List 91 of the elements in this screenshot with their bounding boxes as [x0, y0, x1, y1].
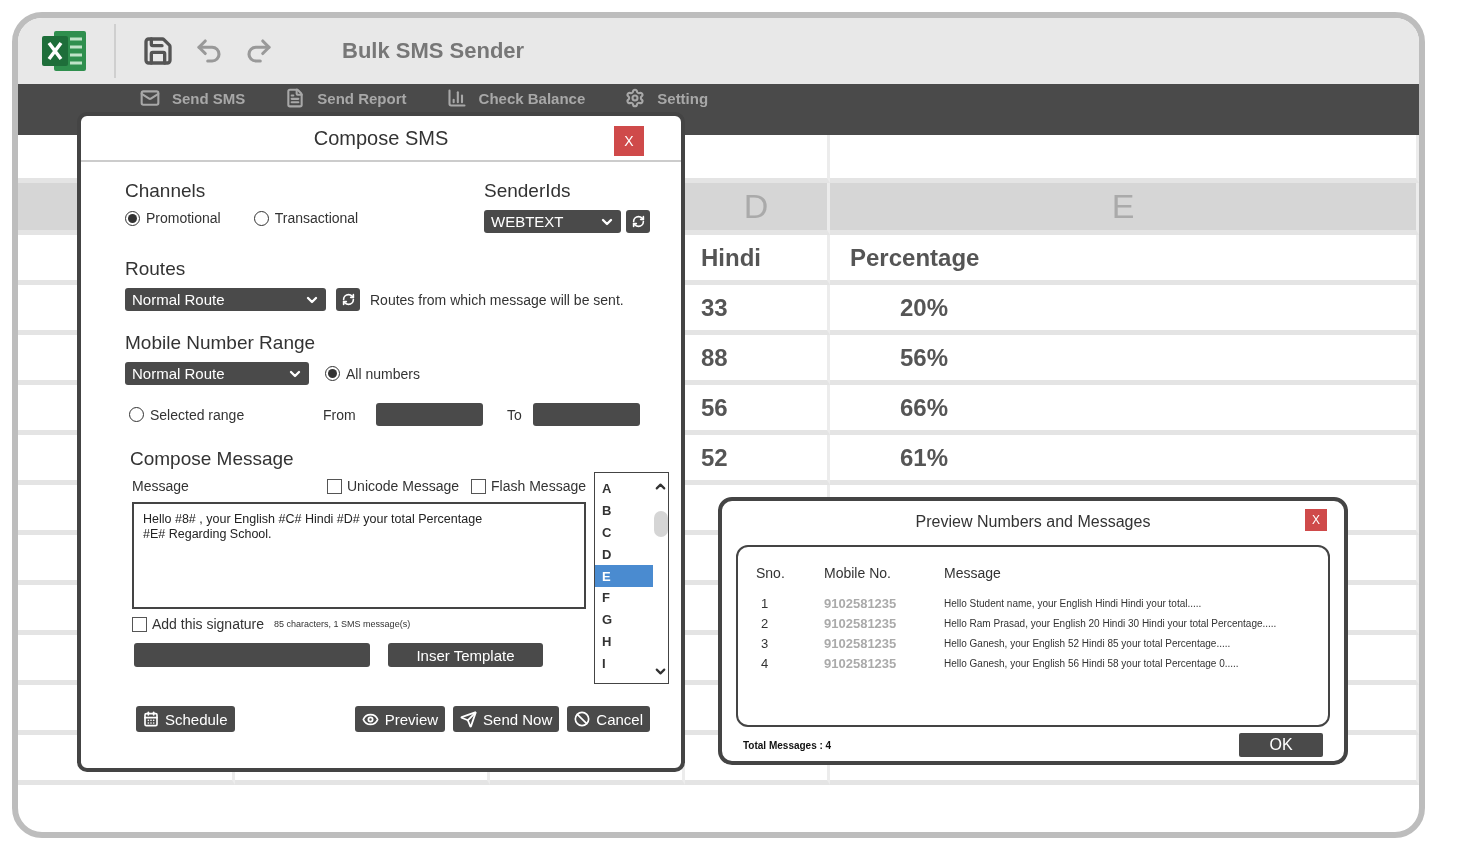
column-header: Message — [944, 565, 1002, 581]
insert-template-button[interactable]: Inser Template — [388, 643, 543, 667]
message-label: Message — [132, 478, 189, 494]
table-cell-text: 4 — [760, 655, 770, 671]
column-list-item[interactable]: G — [595, 608, 653, 631]
refresh-icon — [631, 215, 645, 228]
settings-icon — [625, 88, 646, 108]
radio-label: Selected range — [150, 406, 245, 423]
action-button[interactable]: Send Now — [453, 706, 560, 732]
table-cell-text: 9102581235 — [824, 595, 898, 611]
from-input[interactable] — [376, 403, 483, 426]
checkbox-label: Flash Message — [491, 478, 586, 494]
sheet-cell: 88 — [685, 335, 830, 385]
refresh-icon — [341, 293, 355, 306]
table-cell-text: Hello Ram Prasad, your English 20 Hindi 30 Hindi your total Percentage..... — [944, 616, 1278, 631]
action-button[interactable]: Cancel — [567, 706, 650, 732]
to-label: To — [506, 406, 523, 423]
sheet-cell: Percentage — [830, 235, 1419, 285]
section-heading: Channels — [125, 180, 207, 202]
sheet-cell: 56 — [685, 385, 830, 435]
message-input[interactable]: Hello #8# , your English #C# Hindi #D# your total Percentage #E# Regarding School. — [132, 502, 586, 609]
sheet-cell: 52 — [685, 435, 830, 485]
route-dropdown[interactable]: Normal Route — [125, 288, 326, 311]
table-cell-text: 2 — [760, 615, 770, 631]
ribbon-tab[interactable]: Check Balance — [478, 89, 586, 107]
column-list-item[interactable]: F — [595, 587, 653, 609]
document-icon — [285, 88, 306, 108]
ribbon-tab[interactable]: Send SMS — [172, 89, 246, 107]
sheet-cell: 66% — [830, 385, 1419, 435]
column-list-item[interactable]: B — [595, 499, 653, 522]
table-cell-text: 9102581235 — [824, 655, 898, 671]
column-list-item[interactable]: I — [595, 652, 653, 675]
close-button[interactable]: X — [1305, 509, 1327, 531]
route-note: Routes from which message will be sent. — [370, 291, 624, 308]
spreadsheet-logo-icon — [40, 29, 88, 73]
dialog-title: Preview Numbers and Messages — [915, 513, 1151, 531]
save-icon[interactable] — [142, 35, 174, 67]
table-cell-text: Hello Ganesh, your English 52 Hindi 85 your total Percentage..... — [944, 636, 1232, 651]
scroll-thumb[interactable] — [653, 511, 668, 537]
character-counter: 85 characters, 1 SMS message(s) — [274, 619, 411, 629]
schedule-button[interactable]: Schedule — [136, 706, 235, 732]
dialog-title: Compose SMS — [313, 126, 449, 150]
signature-input[interactable] — [134, 643, 370, 667]
app-title: Bulk SMS Sender — [342, 38, 525, 64]
close-button[interactable]: X — [614, 126, 644, 156]
checkbox[interactable] — [132, 616, 147, 632]
total-messages: Total Messages : 4 — [743, 739, 832, 751]
refresh-button[interactable] — [626, 210, 650, 233]
radio-label: All numbers — [346, 365, 420, 382]
sheet-cell: 56% — [830, 335, 1419, 385]
checkbox[interactable] — [471, 478, 487, 494]
checkbox-label: Add this signature — [152, 616, 265, 632]
section-heading: SenderIds — [484, 180, 572, 202]
table-cell-text: 3 — [760, 635, 770, 651]
action-button[interactable]: Preview — [354, 706, 446, 732]
table-cell-text: 1 — [760, 595, 770, 611]
column-list-item[interactable]: E — [595, 565, 653, 587]
sheet-cell: Hindi — [685, 235, 830, 285]
column-list-item[interactable]: C — [595, 521, 653, 544]
table-cell-text: 9102581235 — [824, 615, 898, 631]
radio-label: Transactional — [274, 210, 359, 226]
refresh-button[interactable] — [336, 288, 360, 311]
table-cell-text: 9102581235 — [824, 635, 898, 651]
sheet-cell: 33 — [685, 285, 830, 335]
section-heading: Compose Message — [129, 448, 295, 470]
column-list-item[interactable]: A — [595, 478, 653, 500]
ribbon-tab[interactable]: Setting — [657, 89, 709, 107]
range-dropdown[interactable]: Normal Route — [125, 362, 309, 385]
chart-icon — [446, 88, 467, 108]
checkbox[interactable] — [327, 478, 342, 494]
calendar-icon — [143, 711, 159, 727]
radio-label: Promotional — [146, 210, 221, 226]
sheet-cell: 20% — [830, 285, 1419, 335]
to-input[interactable] — [533, 403, 640, 426]
sender-id-dropdown[interactable]: WEBTEXT — [484, 210, 621, 233]
table-cell-text: Hello Student name, your English Hindi Hindi your total..... — [944, 596, 1203, 611]
table-cell-text: Hello Ganesh, your English 56 Hindi 58 your total Percentage 0..... — [944, 656, 1240, 671]
column-list-item[interactable]: D — [595, 543, 653, 566]
column-list-item[interactable]: H — [595, 630, 653, 653]
column-header: Sno. — [756, 565, 786, 581]
envelope-icon — [140, 88, 160, 108]
ok-button[interactable]: OK — [1239, 733, 1323, 757]
section-heading: Routes — [125, 258, 187, 280]
from-label: From — [323, 406, 357, 423]
send-icon — [460, 710, 478, 728]
cancel-icon — [574, 711, 591, 727]
ribbon-tab[interactable]: Send Report — [317, 89, 407, 107]
sheet-cell: 61% — [830, 435, 1419, 485]
checkbox-label: Unicode Message — [347, 478, 460, 494]
column-header: Mobile No. — [824, 565, 892, 581]
section-heading: Mobile Number Range — [125, 332, 317, 354]
